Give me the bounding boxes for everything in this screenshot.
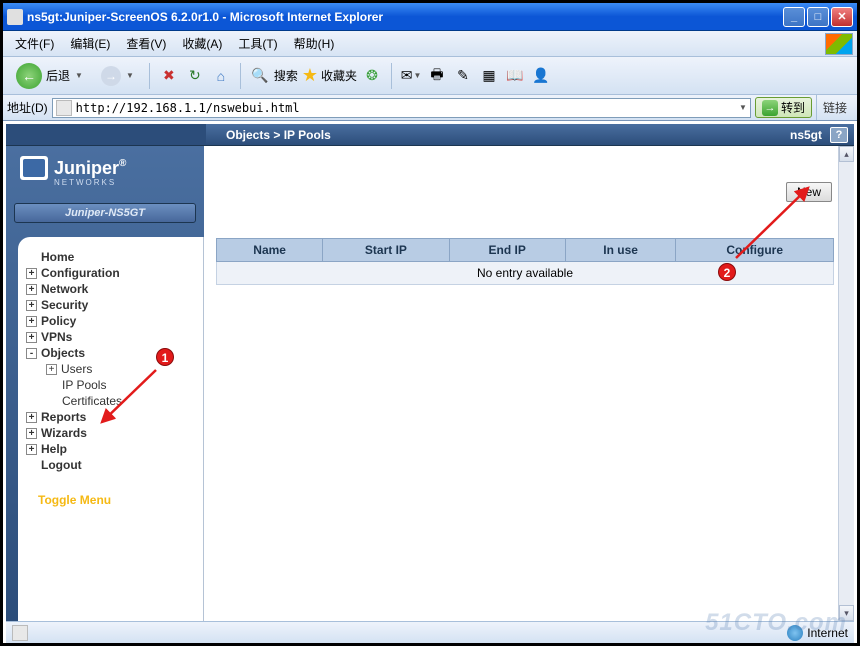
- menu-file[interactable]: 文件(F): [7, 33, 62, 54]
- refresh-icon[interactable]: ↻: [184, 65, 206, 87]
- stop-icon[interactable]: ✖: [158, 65, 180, 87]
- internet-zone-icon: [787, 625, 803, 641]
- mail-icon[interactable]: ✉▼: [400, 65, 422, 87]
- expand-icon[interactable]: +: [26, 412, 37, 423]
- go-label: 转到: [781, 99, 805, 116]
- address-bar: 地址(D) http://192.168.1.1/nswebui.html ▼ …: [3, 95, 857, 121]
- forward-button[interactable]: → ▼: [94, 63, 141, 89]
- nav-configuration[interactable]: +Configuration: [26, 265, 203, 281]
- scroll-down-icon[interactable]: ▾: [839, 605, 854, 621]
- hostname: ns5gt: [782, 128, 830, 142]
- page-content: Objects > IP Pools ns5gt ? Juniper® NETW…: [6, 124, 854, 621]
- menu-view[interactable]: 查看(V): [118, 33, 174, 54]
- annotation-arrow-1: [94, 366, 164, 433]
- window-titlebar: ns5gt:Juniper-ScreenOS 6.2.0r1.0 - Micro…: [3, 3, 857, 31]
- url-text: http://192.168.1.1/nswebui.html: [76, 101, 300, 115]
- nav-network[interactable]: +Network: [26, 281, 203, 297]
- browser-toolbar: ← 后退 ▼ → ▼ ✖ ↻ ⌂ 🔍 搜索 ★ 收藏夹 ❂ ✉▼ 🖶 ✎ ▦ 📖…: [3, 57, 857, 95]
- expand-icon[interactable]: +: [26, 268, 37, 279]
- page-icon: [56, 100, 72, 116]
- breadcrumb-bar: Objects > IP Pools ns5gt ?: [6, 124, 854, 146]
- back-arrow-icon: ←: [16, 63, 42, 89]
- separator: [391, 63, 392, 89]
- go-arrow-icon: →: [762, 100, 778, 116]
- vertical-scrollbar[interactable]: ▴ ▾: [838, 146, 854, 621]
- window-title: ns5gt:Juniper-ScreenOS 6.2.0r1.0 - Micro…: [27, 10, 783, 24]
- menu-favorites[interactable]: 收藏(A): [174, 33, 230, 54]
- messenger-icon[interactable]: 👤: [530, 65, 552, 87]
- device-name: Juniper-NS5GT: [14, 203, 196, 223]
- menu-bar: 文件(F) 编辑(E) 查看(V) 收藏(A) 工具(T) 帮助(H): [3, 31, 857, 57]
- address-input[interactable]: http://192.168.1.1/nswebui.html ▼: [52, 98, 751, 118]
- separator: [240, 63, 241, 89]
- nav-help[interactable]: +Help: [26, 441, 203, 457]
- expand-icon[interactable]: +: [26, 284, 37, 295]
- nav-home[interactable]: Home: [26, 249, 203, 265]
- address-label: 地址(D): [7, 99, 48, 116]
- juniper-logo-icon: [20, 156, 48, 180]
- scroll-up-icon[interactable]: ▴: [839, 146, 854, 162]
- menu-help[interactable]: 帮助(H): [286, 33, 343, 54]
- search-icon: 🔍: [249, 65, 271, 87]
- menu-edit[interactable]: 编辑(E): [62, 33, 118, 54]
- back-dropdown-icon[interactable]: ▼: [75, 71, 83, 80]
- minimize-button[interactable]: _: [783, 7, 805, 27]
- nav-vpns[interactable]: +VPNs: [26, 329, 203, 345]
- page-done-icon: [12, 625, 28, 641]
- col-end-ip: End IP: [449, 239, 565, 262]
- expand-icon[interactable]: +: [26, 300, 37, 311]
- collapse-icon[interactable]: -: [26, 348, 37, 359]
- col-in-use: In use: [565, 239, 676, 262]
- nav-objects[interactable]: -Objects: [26, 345, 203, 361]
- annotation-arrow-2: [730, 180, 820, 267]
- favorites-label: 收藏夹: [321, 67, 357, 84]
- separator: [149, 63, 150, 89]
- search-button[interactable]: 🔍 搜索: [249, 65, 298, 87]
- breadcrumb: Objects > IP Pools: [206, 128, 782, 142]
- nav-security[interactable]: +Security: [26, 297, 203, 313]
- close-button[interactable]: ✕: [831, 7, 853, 27]
- expand-icon[interactable]: +: [26, 332, 37, 343]
- help-icon[interactable]: ?: [830, 127, 848, 143]
- star-icon: ★: [302, 65, 318, 86]
- brand-text: Juniper: [54, 158, 119, 178]
- annotation-2: 2: [718, 263, 736, 281]
- forward-arrow-icon: →: [101, 66, 121, 86]
- expand-icon[interactable]: +: [26, 444, 37, 455]
- print-icon[interactable]: 🖶: [426, 65, 448, 87]
- col-start-ip: Start IP: [323, 239, 449, 262]
- nav-policy[interactable]: +Policy: [26, 313, 203, 329]
- menu-tools[interactable]: 工具(T): [230, 33, 285, 54]
- status-bar: Internet: [6, 621, 854, 643]
- logo: Juniper® NETWORKS: [6, 146, 204, 197]
- expand-icon[interactable]: +: [46, 364, 57, 375]
- expand-icon[interactable]: +: [26, 428, 37, 439]
- expand-icon[interactable]: +: [26, 316, 37, 327]
- maximize-button[interactable]: □: [807, 7, 829, 27]
- back-button[interactable]: ← 后退 ▼: [9, 60, 90, 92]
- favorites-button[interactable]: ★ 收藏夹: [302, 65, 357, 86]
- home-icon[interactable]: ⌂: [210, 65, 232, 87]
- col-name: Name: [217, 239, 323, 262]
- links-label[interactable]: 链接: [816, 95, 853, 120]
- forward-dropdown-icon[interactable]: ▼: [126, 71, 134, 80]
- edit-icon[interactable]: ✎: [452, 65, 474, 87]
- history-icon[interactable]: ❂: [361, 65, 383, 87]
- nav-logout[interactable]: Logout: [26, 457, 203, 473]
- url-dropdown-icon[interactable]: ▼: [739, 103, 747, 112]
- go-button[interactable]: → 转到: [755, 97, 812, 118]
- toggle-menu[interactable]: Toggle Menu: [26, 473, 203, 507]
- annotation-1: 1: [156, 348, 174, 366]
- research-icon[interactable]: 📖: [504, 65, 526, 87]
- discuss-icon[interactable]: ▦: [478, 65, 500, 87]
- windows-flag-icon: [825, 33, 853, 55]
- ie-icon: [7, 9, 23, 25]
- search-label: 搜索: [274, 67, 298, 84]
- back-label: 后退: [46, 67, 70, 84]
- zone-label: Internet: [807, 626, 848, 640]
